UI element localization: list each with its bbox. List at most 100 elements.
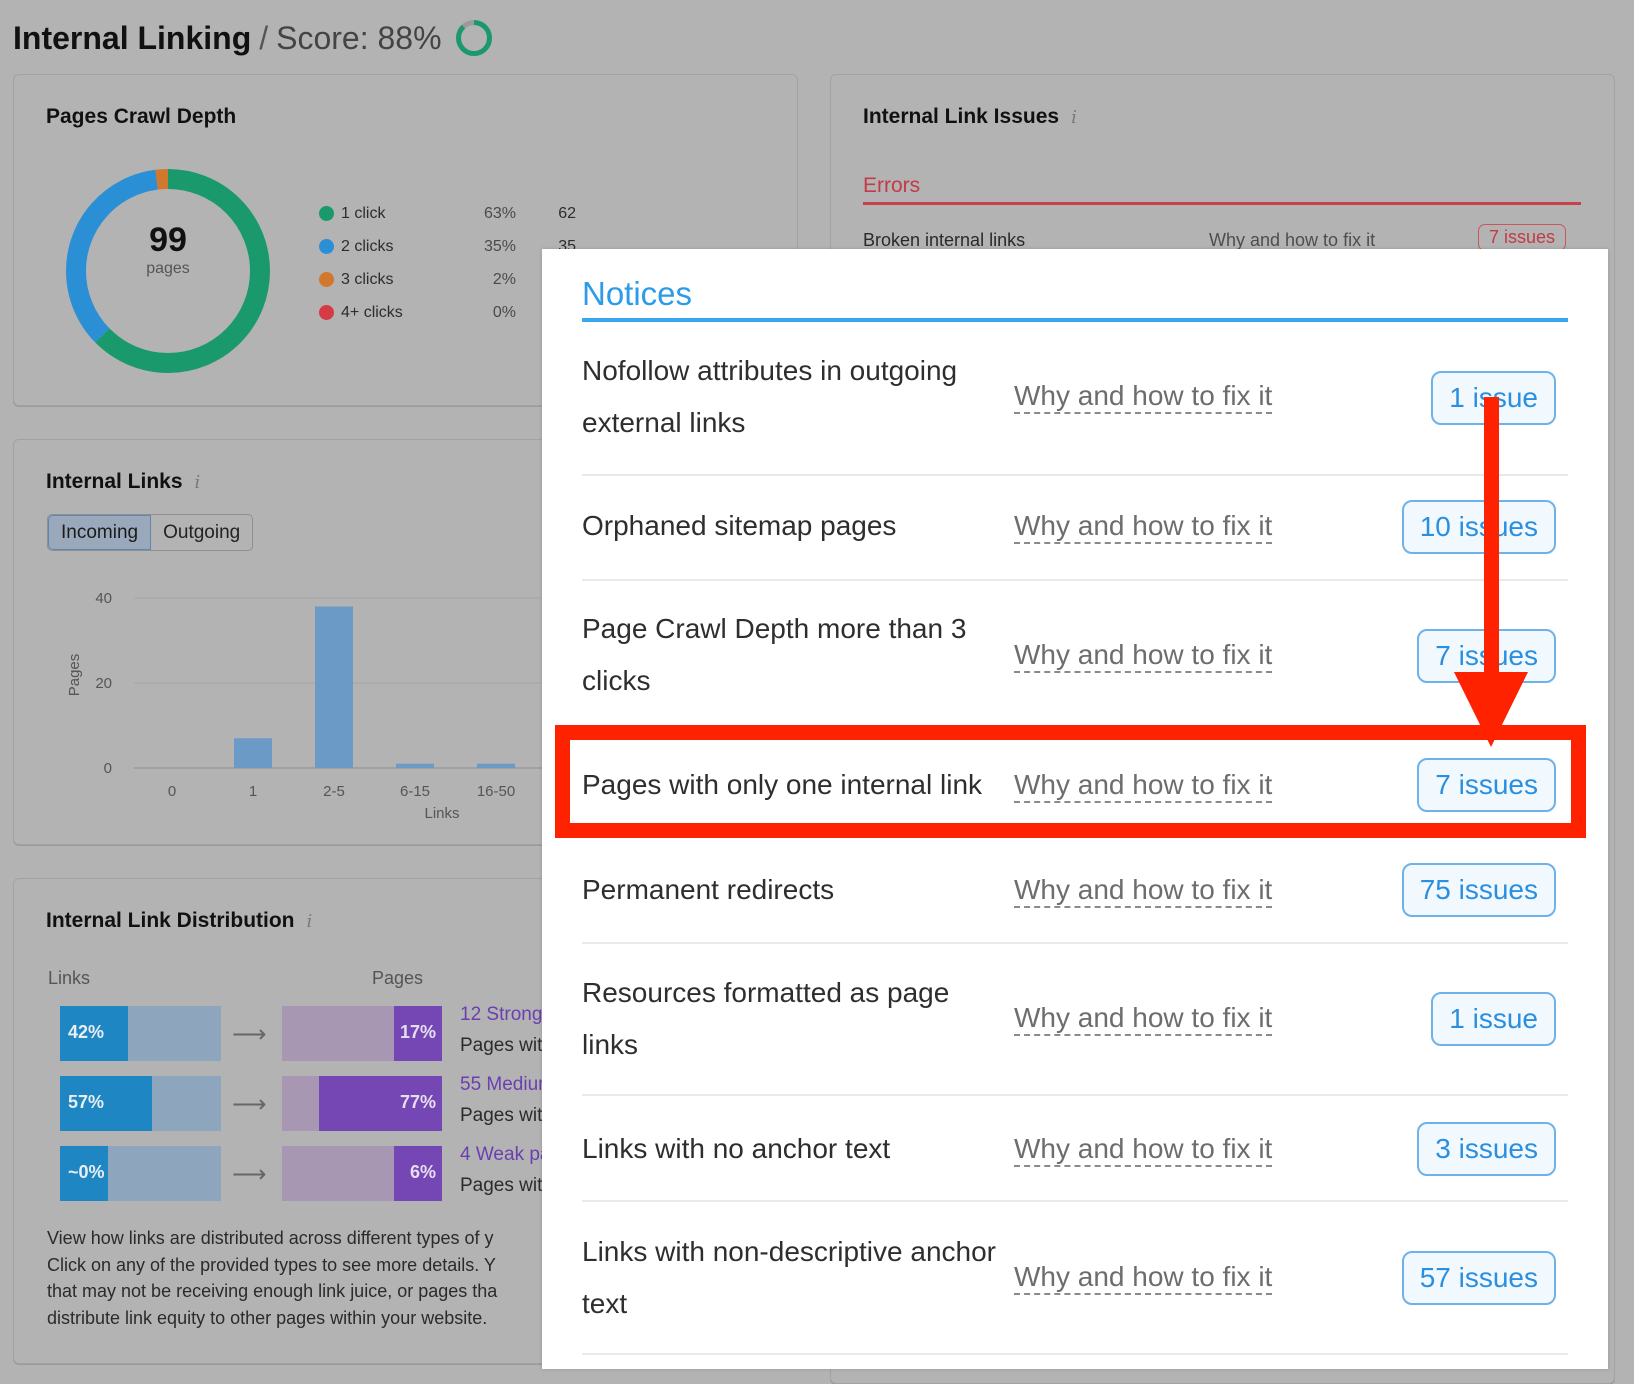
description-line: View how links are distributed across di… <box>47 1228 494 1248</box>
legend-count: 62 <box>558 204 576 222</box>
strong-pages-description: Pages with <box>460 1035 553 1056</box>
legend-percent: 2% <box>492 270 516 288</box>
highlight-annotation-box <box>555 725 1586 838</box>
total-pages-value: 99 <box>149 221 187 259</box>
pages-share-value: 6% <box>409 1162 436 1182</box>
crawl-depth-legend: 1 click 63% 62 2 clicks 35% 35 3 clicks … <box>319 197 576 329</box>
notice-row: Orphaned sitemap pages Why and how to fi… <box>582 476 1568 581</box>
medium-pages-description: Pages with <box>460 1105 553 1126</box>
crawl-depth-title: Pages Crawl Depth <box>46 105 237 128</box>
links-share-value: ~0% <box>68 1162 105 1182</box>
notice-name: Page Crawl Depth more than 3 clicks <box>582 613 967 696</box>
bar-6-15[interactable] <box>396 763 434 768</box>
arrow-right-icon: ⟶ <box>232 1161 267 1188</box>
x-tick-label: 1 <box>249 783 257 800</box>
notice-name: Permanent redirects <box>582 874 835 905</box>
notice-row: Links with non-descriptive anchor text W… <box>582 1202 1568 1355</box>
legend-label: 3 clicks <box>341 270 394 288</box>
legend-label: 1 click <box>341 204 386 222</box>
legend-item-3-clicks[interactable]: 3 clicks 2% 2 <box>319 263 576 296</box>
x-tick-label: 6-15 <box>400 783 430 800</box>
incoming-outgoing-toggle: Incoming Outgoing <box>47 514 254 551</box>
why-and-how-link[interactable]: Why and how to fix it <box>1014 1133 1273 1167</box>
issues-title: Internal Link Issues i <box>863 105 1077 129</box>
notice-name: Resources formatted as page links <box>582 977 950 1060</box>
info-icon[interactable]: i <box>1071 107 1077 128</box>
pages-share-value: 17% <box>399 1022 436 1042</box>
pages-share-bar: 77% <box>282 1076 442 1131</box>
links-share-bar: 57% <box>60 1076 221 1131</box>
legend-item-1-click[interactable]: 1 click 63% 62 <box>319 197 576 230</box>
notice-row: Nofollow attributes in outgoing external… <box>582 342 1568 476</box>
legend-dot-icon <box>319 305 334 320</box>
legend-dot-icon <box>319 272 334 287</box>
pages-share-bar: 6% <box>282 1146 442 1201</box>
issues-count-button[interactable]: 57 issues <box>1401 1251 1556 1305</box>
pages-column-header: Pages <box>372 968 424 988</box>
links-share-bar: ~0% <box>60 1146 221 1201</box>
legend-item-2-clicks[interactable]: 2 clicks 35% 35 <box>319 230 576 263</box>
issues-count-button[interactable]: 1 issue <box>1431 992 1556 1046</box>
notice-name: Nofollow attributes in outgoing external… <box>582 355 958 438</box>
bar-16-50[interactable] <box>477 763 515 768</box>
score-ring-icon <box>455 20 492 56</box>
why-and-how-link[interactable]: Why and how to fix it <box>1014 1261 1273 1295</box>
y-axis-label: Pages <box>66 654 83 697</box>
arrow-right-icon: ⟶ <box>232 1091 267 1118</box>
description-line: distribute link equity to other pages wi… <box>47 1307 488 1328</box>
issues-count-button[interactable]: 75 issues <box>1401 863 1556 917</box>
issues-count-button[interactable]: 10 issues <box>1401 500 1556 554</box>
issues-title-text: Internal Link Issues <box>863 105 1060 128</box>
legend-percent: 63% <box>483 204 516 222</box>
distribution-row-weak[interactable]: ~0% ⟶ 6% 4 Weak pa Pages with <box>60 1144 560 1201</box>
weak-pages-description: Pages with <box>460 1175 553 1196</box>
why-and-how-link[interactable]: Why and how to fix it <box>1014 639 1273 673</box>
bar-2-5[interactable] <box>315 606 353 769</box>
tab-outgoing[interactable]: Outgoing <box>151 515 252 550</box>
tab-notices[interactable]: Notices <box>582 275 692 313</box>
notice-row: Links with no anchor text Why and how to… <box>582 1096 1568 1202</box>
total-pages-label: pages <box>146 260 190 277</box>
links-share-value: 57% <box>68 1092 105 1112</box>
distribution-title-text: Internal Link Distribution <box>46 909 295 932</box>
issues-count-button[interactable]: 3 issues <box>1417 1122 1556 1176</box>
internal-links-title-text: Internal Links <box>46 470 183 493</box>
tab-errors[interactable]: Errors <box>863 174 920 198</box>
distribution-row-medium[interactable]: 57% ⟶ 77% 55 Medium Pages with <box>60 1074 560 1131</box>
pages-share-value: 77% <box>399 1092 436 1112</box>
notice-row: Permanent redirects Why and how to fix i… <box>582 837 1568 944</box>
legend-percent: 0% <box>492 303 516 321</box>
why-and-how-link[interactable]: Why and how to fix it <box>1014 874 1273 908</box>
bar-1[interactable] <box>234 738 272 768</box>
annotation-arrow-down-icon <box>1454 672 1528 747</box>
why-and-how-link[interactable]: Why and how to fix it <box>1014 1002 1273 1036</box>
legend-item-4plus-clicks[interactable]: 4+ clicks 0% 0 <box>319 296 576 329</box>
notice-name: Orphaned sitemap pages <box>582 510 897 541</box>
x-tick-label: 16-50 <box>477 783 515 800</box>
arrow-right-icon: ⟶ <box>232 1021 267 1048</box>
donut-center: 99 pages <box>58 221 278 278</box>
links-share-bar: 42% <box>60 1006 221 1061</box>
errors-tab-underline <box>863 202 1581 205</box>
why-and-how-link[interactable]: Why and how to fix it <box>1014 510 1273 544</box>
notice-name: Links with no anchor text <box>582 1133 891 1164</box>
error-why-link[interactable]: Why and how to fix it <box>1209 230 1375 251</box>
legend-label: 2 clicks <box>341 237 394 255</box>
info-icon[interactable]: i <box>307 911 313 932</box>
error-name: Broken internal links <box>863 230 1026 250</box>
links-share-value: 42% <box>68 1022 105 1042</box>
x-tick-label: 2-5 <box>323 783 345 800</box>
annotation-arrow-shaft <box>1484 397 1499 683</box>
error-issues-badge[interactable]: 7 issues <box>1478 224 1567 251</box>
legend-dot-icon <box>319 239 334 254</box>
why-and-how-link[interactable]: Why and how to fix it <box>1014 380 1273 414</box>
distribution-row-strong[interactable]: 42% ⟶ 17% 12 Strong p Pages with <box>60 1004 560 1061</box>
legend-label: 4+ clicks <box>341 303 403 321</box>
medium-pages-link[interactable]: 55 Medium <box>460 1074 554 1096</box>
tab-incoming[interactable]: Incoming <box>48 515 152 550</box>
info-icon[interactable]: i <box>195 472 201 493</box>
legend-percent: 35% <box>483 237 516 255</box>
page-title-text: Internal Linking <box>13 19 252 56</box>
weak-pages-link[interactable]: 4 Weak pa <box>460 1144 550 1166</box>
description-line: Click on any of the provided types to se… <box>47 1254 496 1275</box>
